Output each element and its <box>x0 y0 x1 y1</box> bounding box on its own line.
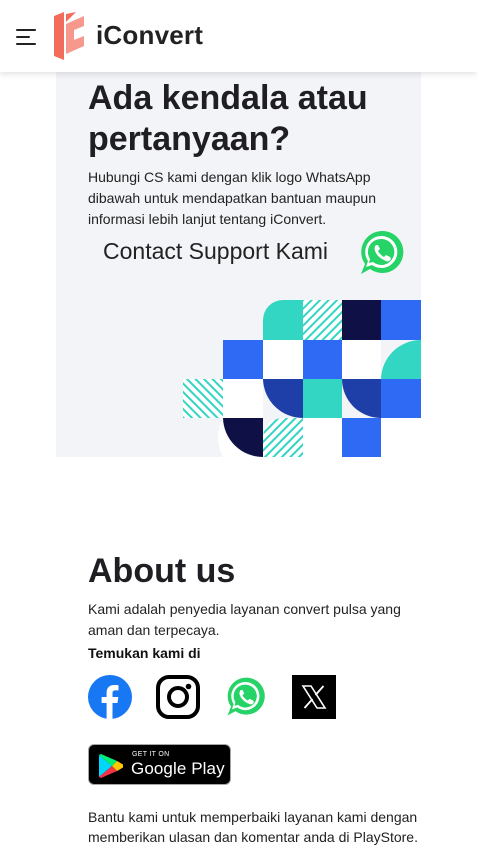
brand-name[interactable]: iConvert <box>96 20 203 51</box>
support-description: Hubungi CS kami dengan klik logo WhatsAp… <box>88 169 376 227</box>
support-title: Ada kendala atau pertanyaan? <box>88 79 368 158</box>
google-play-badge[interactable]: GET IT ON Google Play <box>88 744 231 785</box>
contact-support-label: Contact Support Kami <box>103 238 329 264</box>
hamburger-menu-icon[interactable] <box>16 29 36 45</box>
instagram-icon[interactable] <box>156 675 200 719</box>
badge-small-text: GET IT ON <box>132 751 170 758</box>
about-title: About us <box>88 552 236 590</box>
x-icon[interactable] <box>292 675 336 719</box>
whatsapp-icon[interactable] <box>357 228 407 278</box>
feedback-text: Bantu kami untuk memperbaiki layanan kam… <box>88 809 418 845</box>
facebook-icon[interactable] <box>88 675 132 719</box>
about-description: Kami adalah penyedia layanan convert pul… <box>88 601 401 638</box>
support-card: Ada kendala atau pertanyaan? Hubungi CS … <box>56 72 421 457</box>
top-header: iConvert <box>0 0 477 72</box>
decorative-pattern <box>183 300 421 457</box>
iconvert-logo-icon[interactable] <box>52 12 86 60</box>
google-play-icon <box>99 754 123 778</box>
badge-big-text: Google Play <box>131 759 225 778</box>
whatsapp-icon[interactable] <box>224 675 268 719</box>
find-us-label: Temukan kami di <box>88 645 201 661</box>
